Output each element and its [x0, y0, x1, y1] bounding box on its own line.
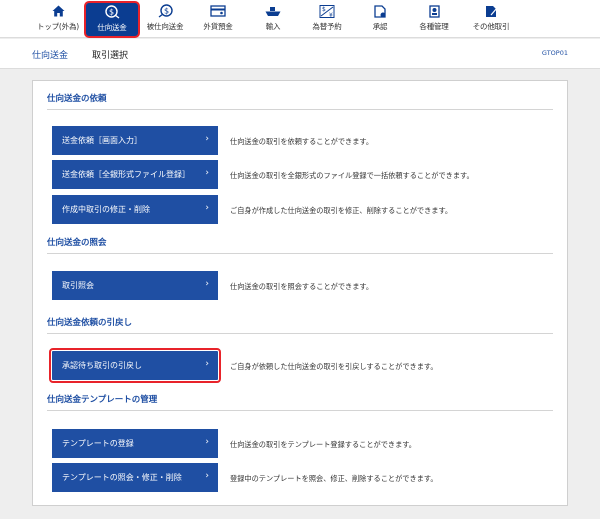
- section-title-inquiry: 仕向送金の照会: [47, 236, 553, 254]
- edit-draft-transaction-desc: ご自身が作成した仕向送金の取引を修正、削除することができます。: [230, 206, 453, 215]
- tab-label: 被仕向送金: [146, 22, 184, 31]
- exchange-icon: $ ¥: [319, 4, 335, 18]
- deposit-icon: [210, 4, 226, 18]
- tab-management[interactable]: 各種管理: [412, 0, 456, 38]
- breadcrumb: 仕向送金 取引選択 GTOP01: [0, 39, 600, 69]
- chevron-right-icon: ›: [205, 168, 209, 178]
- tab-fx-contract[interactable]: $ ¥ 為替予約: [305, 0, 349, 38]
- remittance-icon: $: [104, 5, 120, 19]
- other-transaction-icon: [483, 4, 499, 18]
- page-title: 取引選択: [92, 51, 129, 61]
- incoming-remittance-icon: $: [157, 4, 173, 18]
- transaction-selection-panel: 仕向送金の依頼 送金依頼［画面入力］ › 仕向送金の取引を依頼することができます…: [32, 80, 568, 506]
- tab-label: トップ(外為): [37, 22, 79, 31]
- button-label: 送金依頼［全銀形式ファイル登録］: [62, 170, 190, 179]
- tab-label: 外貨預金: [203, 22, 233, 31]
- chevron-right-icon: ›: [205, 471, 209, 481]
- svg-text:$: $: [322, 6, 326, 13]
- withdraw-pending-transaction-desc: ご自身が依頼した仕向送金の取引を引戻しすることができます。: [230, 362, 438, 371]
- edit-draft-transaction-button[interactable]: 作成中取引の修正・削除 ›: [52, 195, 218, 224]
- svg-text:$: $: [163, 7, 168, 16]
- withdraw-pending-transaction-button[interactable]: 承認待ち取引の引戻し ›: [49, 348, 221, 383]
- section-title-request: 仕向送金の依頼: [47, 92, 553, 110]
- tab-label: 輸入: [265, 22, 281, 31]
- button-label: 取引照会: [62, 281, 94, 290]
- remittance-request-screen-button[interactable]: 送金依頼［画面入力］ ›: [52, 126, 218, 155]
- chevron-right-icon: ›: [205, 134, 209, 144]
- chevron-right-icon: ›: [205, 437, 209, 447]
- tab-other-transactions[interactable]: その他取引: [466, 0, 516, 38]
- template-edit-desc: 登録中のテンプレートを照会、修正、削除することができます。: [230, 474, 438, 483]
- transaction-inquiry-button[interactable]: 取引照会 ›: [52, 271, 218, 300]
- button-label: 作成中取引の修正・削除: [62, 205, 150, 214]
- tab-top[interactable]: トップ(外為): [28, 0, 88, 38]
- button-label: 承認待ち取引の引戻し: [62, 361, 142, 370]
- tab-label: その他取引: [472, 22, 510, 31]
- chevron-right-icon: ›: [205, 359, 209, 369]
- tab-foreign-deposit[interactable]: 外貨預金: [196, 0, 240, 38]
- tab-incoming-remittance[interactable]: $ 被仕向送金: [142, 0, 188, 38]
- template-register-desc: 仕向送金の取引をテンプレート登録することができます。: [230, 440, 416, 449]
- svg-text:$: $: [108, 8, 113, 17]
- chevron-right-icon: ›: [205, 279, 209, 289]
- home-icon: [50, 4, 66, 18]
- transaction-inquiry-desc: 仕向送金の取引を照会することができます。: [230, 282, 374, 291]
- tab-label: 仕向送金: [97, 23, 127, 32]
- remittance-request-file-button[interactable]: 送金依頼［全銀形式ファイル登録］ ›: [52, 160, 218, 189]
- breadcrumb-section: 仕向送金: [32, 51, 69, 61]
- button-label: テンプレートの登録: [62, 439, 134, 448]
- approval-icon: [372, 4, 388, 18]
- button-label: テンプレートの照会・修正・削除: [62, 473, 182, 482]
- template-register-button[interactable]: テンプレートの登録 ›: [52, 429, 218, 458]
- chevron-right-icon: ›: [205, 203, 209, 213]
- tab-label: 承認: [372, 22, 388, 31]
- tab-import[interactable]: 輸入: [253, 0, 293, 38]
- remittance-request-file-desc: 仕向送金の取引を全銀形式のファイル登録で一括依頼することができます。: [230, 171, 474, 180]
- tab-approval[interactable]: 承認: [360, 0, 400, 38]
- tab-label: 為替予約: [312, 22, 342, 31]
- section-title-template: 仕向送金テンプレートの管理: [47, 393, 553, 411]
- ship-icon: [265, 4, 281, 18]
- screen-id: GTOP01: [541, 49, 568, 57]
- tab-label: 各種管理: [419, 22, 449, 31]
- top-navigation: トップ(外為) $ 仕向送金 $ 被仕向送金 外貨預金 輸入 $ ¥ 為替予約 承…: [0, 0, 600, 38]
- button-label: 送金依頼［画面入力］: [62, 136, 142, 145]
- tab-outgoing-remittance[interactable]: $ 仕向送金: [84, 1, 140, 38]
- remittance-request-screen-desc: 仕向送金の取引を依頼することができます。: [230, 137, 374, 146]
- template-edit-button[interactable]: テンプレートの照会・修正・削除 ›: [52, 463, 218, 492]
- section-title-withdrawal: 仕向送金依頼の引戻し: [47, 316, 553, 334]
- management-icon: [426, 4, 442, 18]
